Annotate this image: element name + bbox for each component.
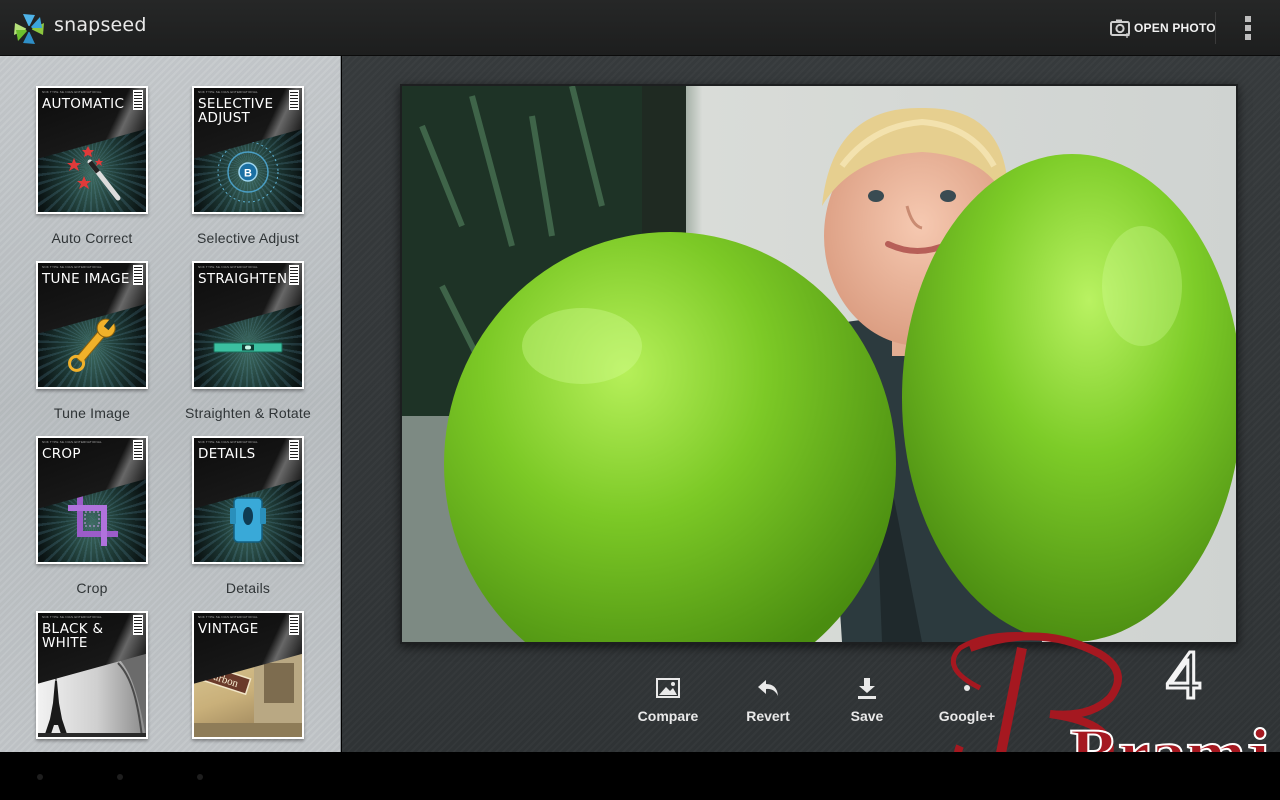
toolbar-divider xyxy=(1215,12,1216,44)
undo-arrow-icon xyxy=(758,680,778,696)
tools-sidebar[interactable]: NNK TYPE·SE·NIAS·ENTERNATIONAL AUTOMATIC… xyxy=(0,56,341,752)
tool-card[interactable]: B NNK TYPE·SE·NIAS·ENTERNATIONAL SELECTI… xyxy=(192,86,304,214)
tool-card-title: BLACK & WHITE xyxy=(42,621,104,651)
tool-card-title: AUTOMATIC xyxy=(42,96,125,112)
tool-card-title: VINTAGE xyxy=(198,621,259,637)
tool-card[interactable]: NNK TYPE·SE·NIAS·ENTERNATIONAL BLACK & W… xyxy=(36,611,148,739)
tool-label: Auto Correct xyxy=(51,230,133,246)
nav-recents-icon[interactable] xyxy=(197,774,203,780)
save-label: Save xyxy=(850,708,884,724)
app-name: snapseed xyxy=(54,14,147,36)
tool-card[interactable]: NNK TYPE·SE·NIAS·ENTERNATIONAL DETAILS xyxy=(192,436,304,564)
tool-black-white[interactable]: NNK TYPE·SE·NIAS·ENTERNATIONAL BLACK & W… xyxy=(36,611,148,739)
tool-label: Crop xyxy=(76,580,108,596)
tool-tune-image[interactable]: NNK TYPE·SE·NIAS·ENTERNATIONAL TUNE IMAG… xyxy=(36,261,148,421)
tool-card[interactable]: NNK TYPE·SE·NIAS·ENTERNATIONAL STRAIGHTE… xyxy=(192,261,304,389)
compare-button[interactable]: Compare xyxy=(623,672,713,732)
photo-image xyxy=(402,86,1236,642)
watermark-number: 4 xyxy=(1166,637,1201,714)
tool-crop[interactable]: NNK TYPE·SE·NIAS·ENTERNATIONAL CROP Crop xyxy=(36,436,148,596)
tool-card[interactable]: ourbon NNK TYPE·SE·NIAS·ENTERNATIONAL VI… xyxy=(192,611,304,739)
save-button[interactable]: Save xyxy=(822,672,912,732)
nav-home-icon[interactable] xyxy=(117,774,123,780)
tool-label: Selective Adjust xyxy=(196,230,300,246)
tool-label: Tune Image xyxy=(53,405,131,421)
top-app-bar: snapseed OPEN PHOTO xyxy=(0,0,1280,56)
tool-card[interactable]: NNK TYPE·SE·NIAS·ENTERNATIONAL CROP xyxy=(36,436,148,564)
tool-label: Straighten & Rotate xyxy=(185,405,311,421)
nav-back-icon[interactable] xyxy=(37,774,43,780)
camera-icon xyxy=(1110,19,1130,38)
tool-card-title: CROP xyxy=(42,446,81,462)
photo-preview[interactable] xyxy=(400,84,1238,644)
tool-details[interactable]: NNK TYPE·SE·NIAS·ENTERNATIONAL DETAILS D… xyxy=(192,436,304,596)
system-nav-bar xyxy=(0,752,1280,800)
overflow-menu-icon[interactable] xyxy=(1238,14,1258,42)
tool-card-title: DETAILS xyxy=(198,446,256,462)
tool-label: Details xyxy=(225,580,271,596)
download-icon xyxy=(858,678,876,699)
tool-vintage[interactable]: ourbon NNK TYPE·SE·NIAS·ENTERNATIONAL VI… xyxy=(192,611,304,739)
image-icon xyxy=(656,678,680,698)
tool-auto-correct[interactable]: NNK TYPE·SE·NIAS·ENTERNATIONAL AUTOMATIC… xyxy=(36,86,148,246)
snapseed-logo-icon[interactable] xyxy=(12,12,46,46)
tool-straighten-rotate[interactable]: NNK TYPE·SE·NIAS·ENTERNATIONAL STRAIGHTE… xyxy=(185,261,311,421)
compare-label: Compare xyxy=(637,708,699,724)
tool-card-title: TUNE IMAGE xyxy=(42,271,130,287)
tool-card[interactable]: NNK TYPE·SE·NIAS·ENTERNATIONAL TUNE IMAG… xyxy=(36,261,148,389)
svg-text:B: B xyxy=(244,168,252,180)
tool-card-title: STRAIGHTEN xyxy=(198,271,288,287)
open-photo-label: OPEN PHOTO xyxy=(1134,21,1216,35)
open-photo-button[interactable]: OPEN PHOTO xyxy=(1106,14,1216,42)
tool-card-title: SELECTIVE ADJUST xyxy=(198,96,274,126)
revert-label: Revert xyxy=(746,708,790,724)
revert-button[interactable]: Revert xyxy=(723,672,813,732)
tool-card[interactable]: NNK TYPE·SE·NIAS·ENTERNATIONAL AUTOMATIC xyxy=(36,86,148,214)
tool-selective-adjust[interactable]: B NNK TYPE·SE·NIAS·ENTERNATIONAL SELECTI… xyxy=(192,86,304,246)
